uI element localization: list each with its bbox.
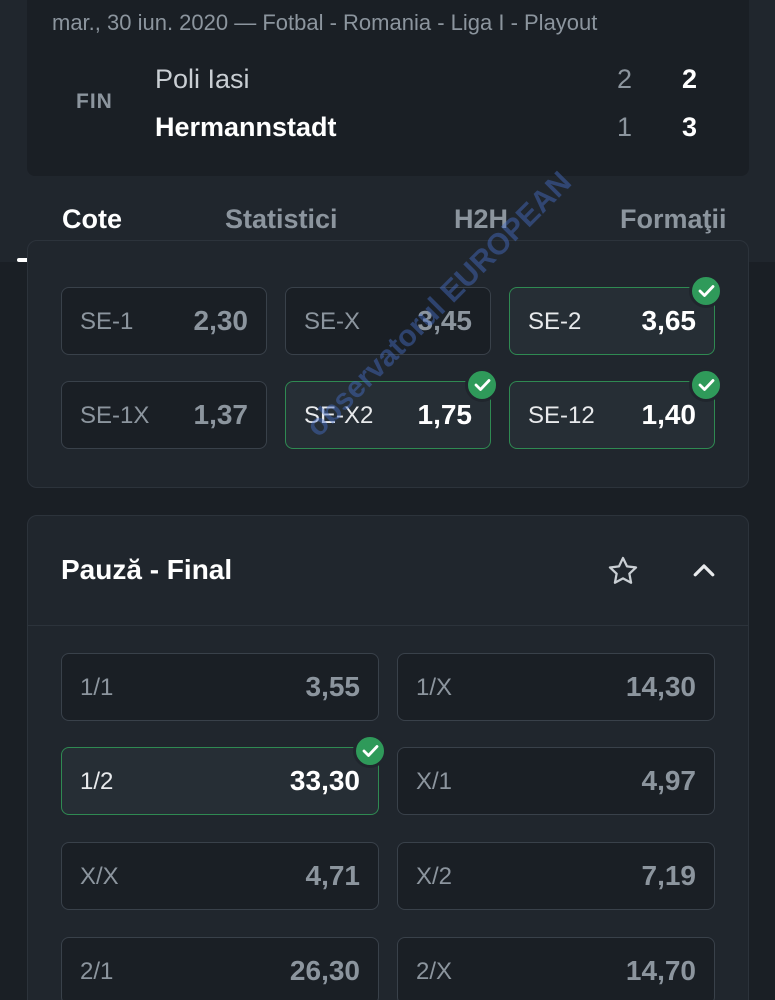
tab-formatii[interactable]: Formaţii	[620, 204, 727, 235]
star-outline-icon[interactable]	[606, 554, 640, 588]
home-halftime-score: 2	[617, 64, 633, 94]
odds-value: 7,19	[641, 860, 697, 891]
odds-value: 1,75	[417, 399, 473, 430]
odds-button[interactable]: 2/X 14,70	[397, 937, 715, 1000]
odds-value: 33,30	[289, 765, 360, 796]
odds-label: X/X	[80, 863, 119, 890]
odds-button[interactable]: X/1 4,97	[397, 747, 715, 815]
odds-button[interactable]: 1/1 3,55	[61, 653, 379, 721]
odds-label: 2/X	[416, 958, 453, 985]
odds-value: 4,71	[305, 860, 361, 891]
odds-label: SE-1	[80, 308, 134, 335]
odds-label: 1/2	[80, 768, 114, 795]
check-circle-icon	[353, 734, 387, 768]
odds-value: 4,97	[641, 765, 697, 796]
odds-label: SE-12	[528, 402, 595, 429]
market-header[interactable]: Pauză - Final	[28, 516, 748, 626]
odds-label: SE-2	[528, 308, 582, 335]
odds-label: X/2	[416, 863, 453, 890]
odds-button[interactable]: 1/2 33,30	[61, 734, 387, 815]
odds-button[interactable]: SE-1 2,30	[61, 287, 267, 355]
match-info: mar., 30 iun. 2020 — Fotbal - Romania - …	[52, 10, 598, 35]
away-team: Hermannstadt	[155, 112, 337, 142]
odds-value: 2,30	[193, 305, 249, 336]
odds-value: 1,40	[641, 399, 697, 430]
check-circle-icon	[689, 274, 723, 308]
odds-label: 2/1	[80, 958, 114, 985]
odds-button[interactable]: SE-12 1,40	[509, 368, 723, 449]
odds-button[interactable]: SE-1X 1,37	[61, 381, 267, 449]
odds-button[interactable]: X/X 4,71	[61, 842, 379, 910]
odds-label: SE-1X	[80, 402, 150, 429]
odds-value: 14,30	[625, 671, 696, 702]
check-circle-icon	[689, 368, 723, 402]
odds-value: 3,55	[305, 671, 361, 702]
chevron-up-icon[interactable]	[688, 556, 720, 586]
home-final-score: 2	[682, 64, 698, 94]
odds-button[interactable]: 2/1 26,30	[61, 937, 379, 1000]
odds-value: 3,65	[641, 305, 697, 336]
odds-button[interactable]: 1/X 14,30	[397, 653, 715, 721]
tab-cote[interactable]: Cote	[62, 204, 122, 235]
odds-label: 1/1	[80, 674, 114, 701]
odds-value: 1,37	[193, 399, 249, 430]
away-halftime-score: 1	[617, 112, 633, 142]
odds-label: 1/X	[416, 674, 453, 701]
odds-value: 14,70	[625, 955, 696, 986]
tab-statistici[interactable]: Statistici	[225, 204, 338, 235]
odds-button[interactable]: SE-2 3,65	[509, 274, 723, 355]
odds-value: 26,30	[289, 955, 360, 986]
odds-label: X/1	[416, 768, 453, 795]
market-title: Pauză - Final	[61, 554, 233, 585]
odds-label: SE-X	[304, 308, 361, 335]
match-status: FIN	[76, 90, 113, 113]
odds-button[interactable]: X/2 7,19	[397, 842, 715, 910]
match-header: mar., 30 iun. 2020 — Fotbal - Romania - …	[0, 0, 775, 262]
home-team: Poli Iasi	[155, 64, 250, 94]
away-final-score: 3	[682, 112, 698, 142]
check-circle-icon	[465, 368, 499, 402]
